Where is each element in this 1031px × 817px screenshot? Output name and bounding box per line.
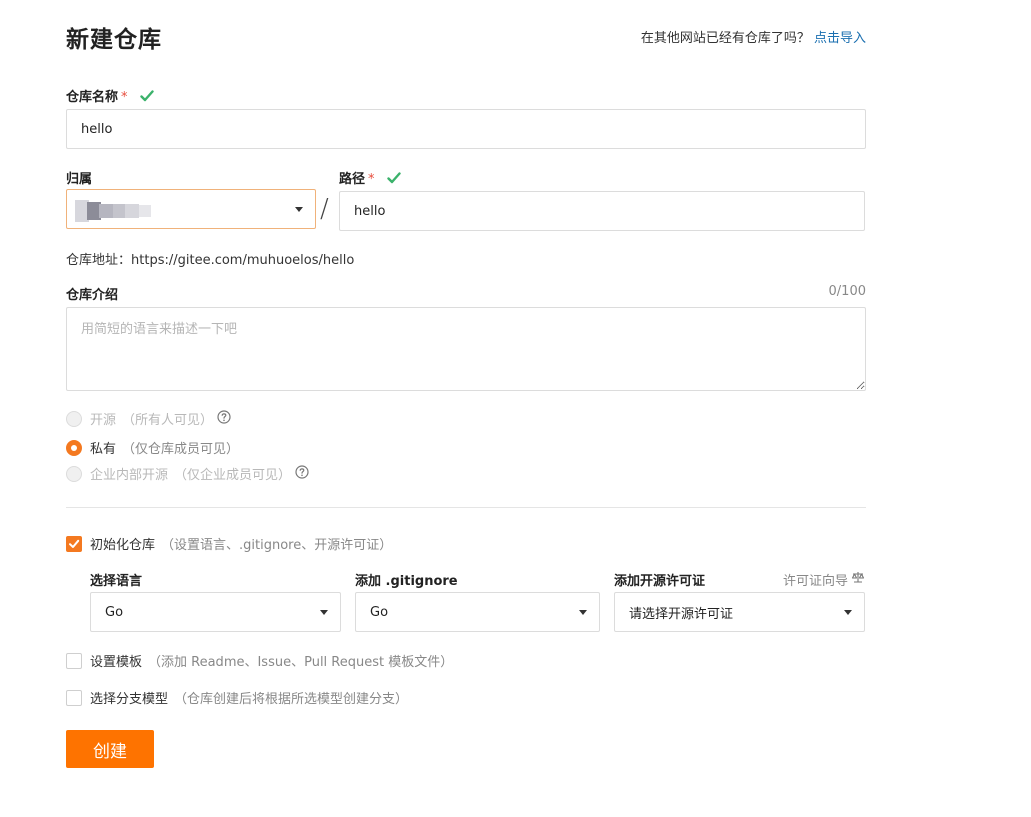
visibility-option-label: 私有 xyxy=(90,442,117,457)
description-counter: 0/100 xyxy=(828,284,866,299)
chevron-down-icon xyxy=(579,610,587,615)
init-repo-hint: （设置语言、.gitignore、开源许可证） xyxy=(161,538,393,553)
repo-address-url: https://gitee.com/muhuoelos/hello xyxy=(131,253,355,268)
visibility-option-enterprise[interactable]: 企业内部开源 （仅企业成员可见） xyxy=(66,464,309,483)
license-wizard-text: 许可证向导 xyxy=(782,574,848,589)
chevron-down-icon xyxy=(320,610,328,615)
import-prompt: 在其他网站已经有仓库了吗？ 点击导入 xyxy=(641,27,866,46)
valid-check-icon xyxy=(387,171,401,188)
create-button[interactable]: 创建 xyxy=(66,730,154,768)
init-repo-option[interactable]: 初始化仓库 （设置语言、.gitignore、开源许可证） xyxy=(66,534,392,553)
visibility-option-label: 开源 xyxy=(90,413,117,428)
path-separator: / xyxy=(320,194,329,224)
section-divider xyxy=(66,507,866,508)
radio-button[interactable] xyxy=(66,439,82,456)
license-select-value: 请选择开源许可证 xyxy=(629,606,734,622)
language-label: 选择语言 xyxy=(90,574,143,589)
license-label: 添加开源许可证 xyxy=(614,574,706,589)
repo-name-label-text: 仓库名称 xyxy=(66,90,119,105)
license-wizard-link[interactable]: 许可证向导 xyxy=(783,570,865,589)
repo-address-label: 仓库地址： xyxy=(66,253,132,268)
radio-button[interactable] xyxy=(66,465,82,482)
branch-model-label: 选择分支模型 xyxy=(90,692,169,707)
gitignore-label: 添加 .gitignore xyxy=(355,574,458,589)
branch-model-checkbox[interactable] xyxy=(66,689,82,706)
owner-select[interactable] xyxy=(66,189,316,229)
repo-name-input[interactable] xyxy=(66,109,866,149)
owner-label: 归属 xyxy=(66,172,93,187)
template-hint: （添加 Readme、Issue、Pull Request 模板文件） xyxy=(148,655,454,670)
question-circle-icon[interactable] xyxy=(217,409,231,428)
visibility-option-private[interactable]: 私有 （仅仓库成员可见） xyxy=(66,438,239,457)
template-label: 设置模板 xyxy=(90,655,143,670)
template-checkbox[interactable] xyxy=(66,652,82,669)
required-mark: * xyxy=(368,172,375,187)
init-repo-checkbox[interactable] xyxy=(66,535,82,552)
description-textarea[interactable] xyxy=(66,307,866,391)
radio-button[interactable] xyxy=(66,410,82,427)
chevron-down-icon xyxy=(295,207,303,212)
license-select[interactable]: 请选择开源许可证 xyxy=(614,592,865,632)
visibility-option-hint: （所有人可见） xyxy=(122,413,214,428)
template-option[interactable]: 设置模板 （添加 Readme、Issue、Pull Request 模板文件） xyxy=(66,651,453,670)
repo-address: 仓库地址：https://gitee.com/muhuoelos/hello xyxy=(66,249,354,268)
gitignore-select-value: Go xyxy=(370,604,389,620)
visibility-option-public[interactable]: 开源 （所有人可见） xyxy=(66,409,231,428)
init-repo-label: 初始化仓库 xyxy=(90,538,156,553)
repo-name-label: 仓库名称 * xyxy=(66,86,154,106)
question-circle-icon[interactable] xyxy=(295,464,309,483)
chevron-down-icon xyxy=(844,610,852,615)
visibility-option-hint: （仅企业成员可见） xyxy=(174,468,292,483)
language-select[interactable]: Go xyxy=(90,592,341,632)
path-label: 路径 * xyxy=(339,168,401,188)
visibility-option-hint: （仅仓库成员可见） xyxy=(122,442,240,457)
branch-model-hint: （仓库创建后将根据所选模型创建分支） xyxy=(174,692,409,707)
import-prompt-text: 在其他网站已经有仓库了吗？ xyxy=(640,31,810,46)
balance-scale-icon xyxy=(851,571,865,588)
path-input[interactable] xyxy=(339,191,865,231)
visibility-option-label: 企业内部开源 xyxy=(90,468,169,483)
required-mark: * xyxy=(121,90,128,105)
description-label: 仓库介绍 xyxy=(66,288,119,303)
owner-avatar-blurred xyxy=(75,200,155,222)
language-select-value: Go xyxy=(105,604,124,620)
path-label-text: 路径 xyxy=(339,172,366,187)
page-title: 新建仓库 xyxy=(66,27,162,53)
valid-check-icon xyxy=(140,89,154,106)
branch-model-option[interactable]: 选择分支模型 （仓库创建后将根据所选模型创建分支） xyxy=(66,688,408,707)
import-link[interactable]: 点击导入 xyxy=(814,31,866,46)
gitignore-select[interactable]: Go xyxy=(355,592,600,632)
